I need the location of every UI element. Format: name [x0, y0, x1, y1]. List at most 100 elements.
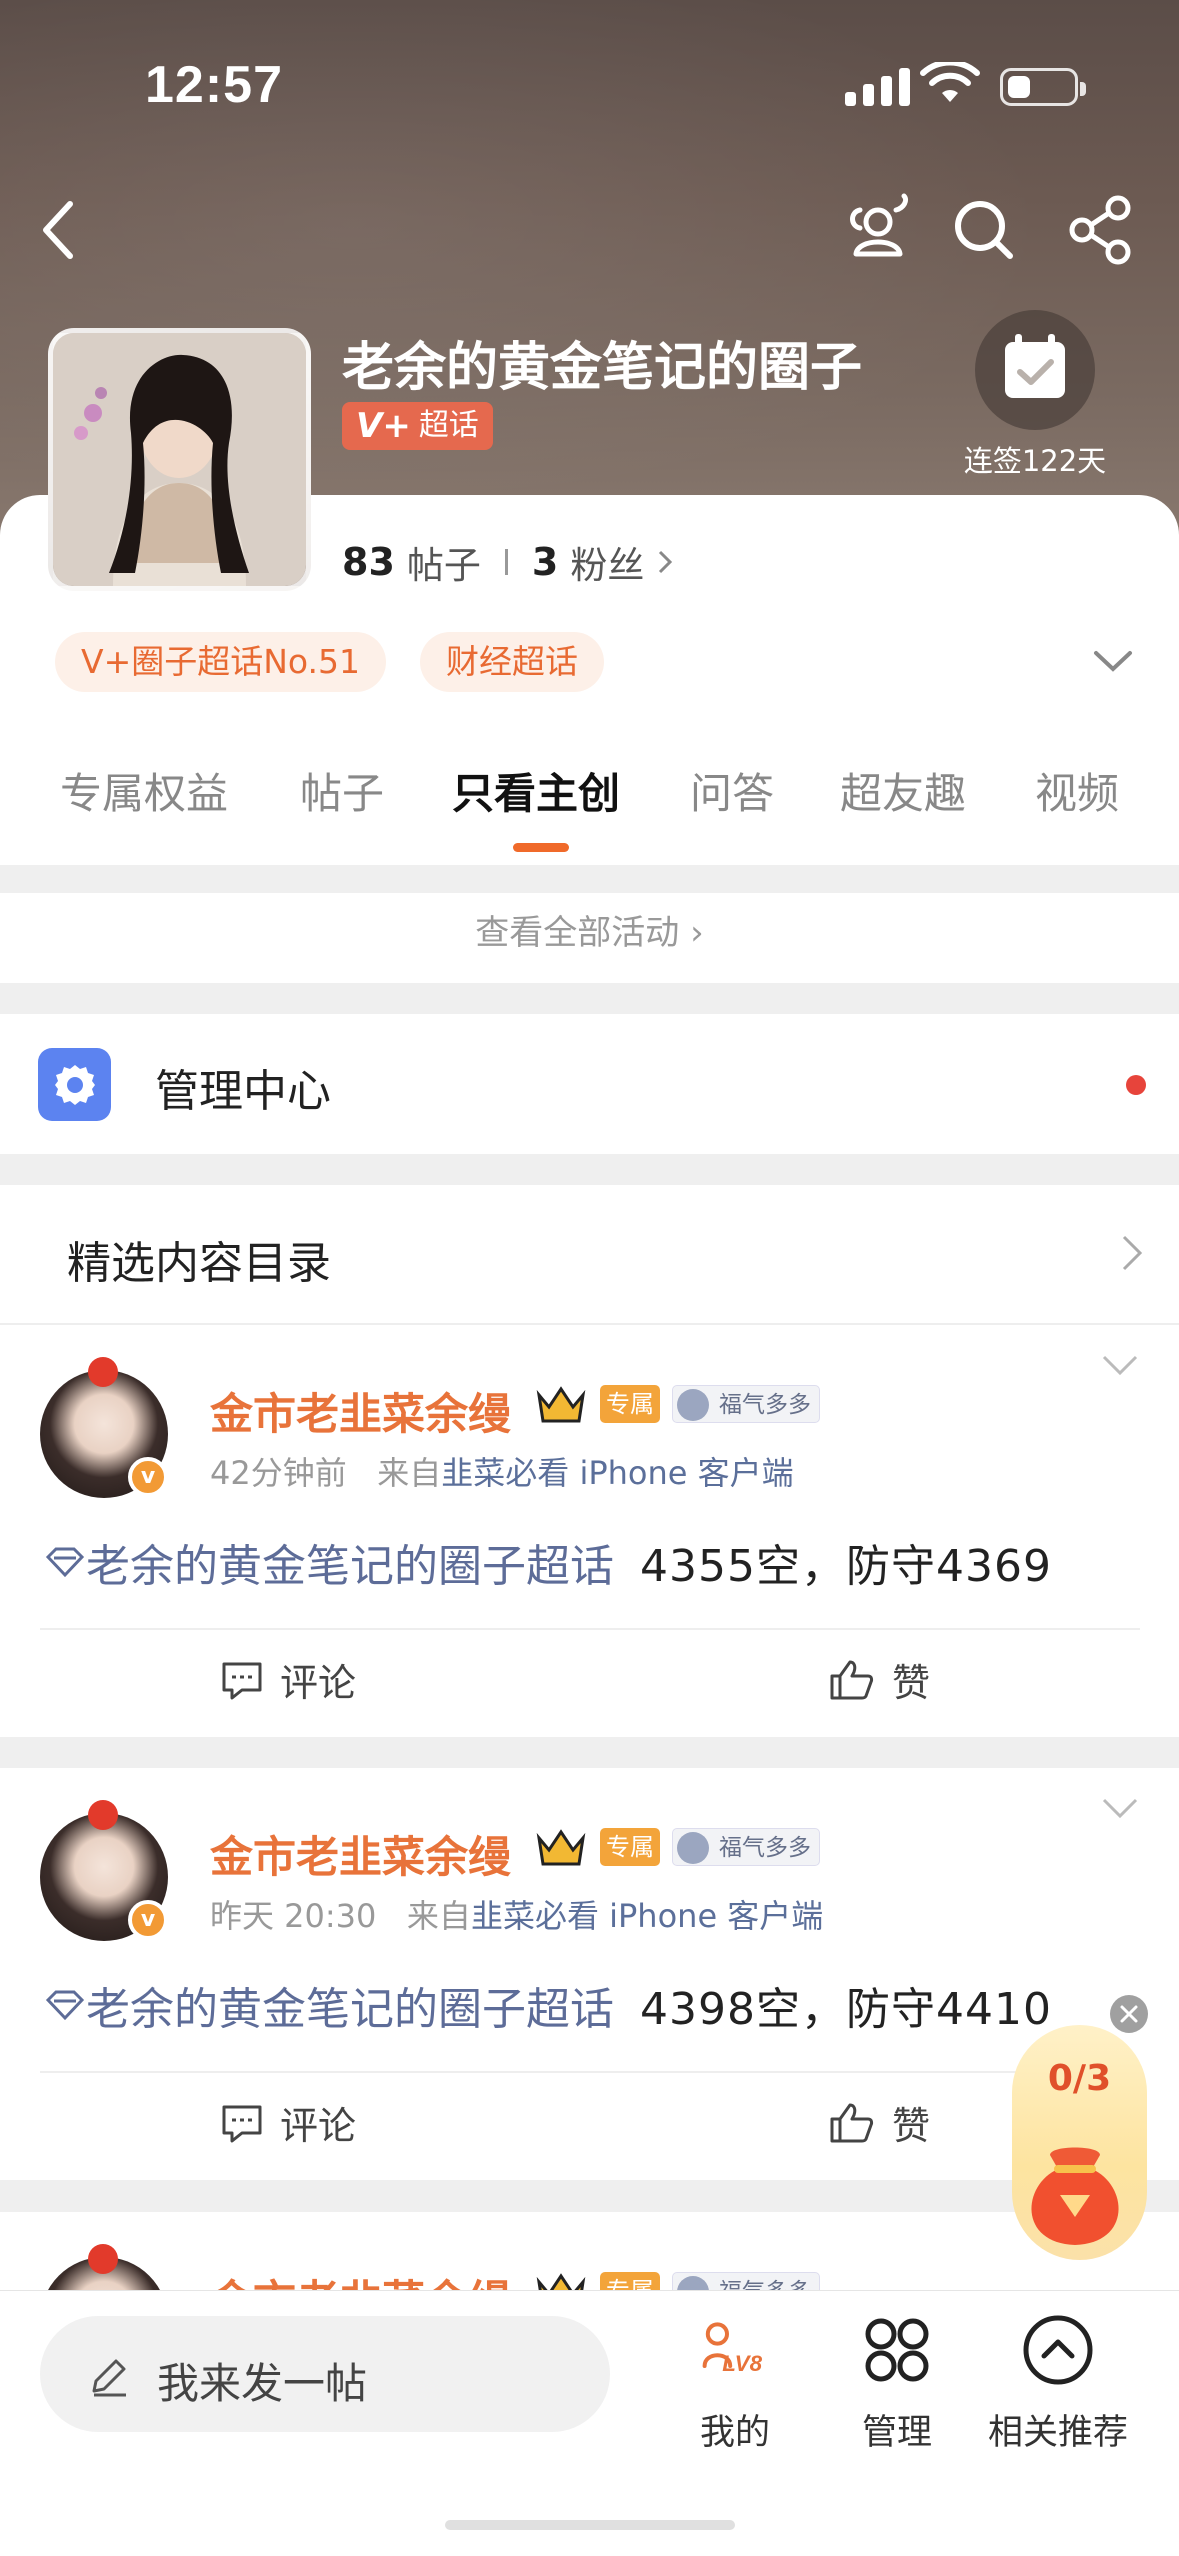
chevron-down-icon[interactable]: [1100, 1796, 1140, 1820]
divider: [40, 1628, 1140, 1630]
fortune-badge: 福气多多: [672, 1828, 820, 1866]
like-button[interactable]: 赞: [828, 1652, 930, 1707]
super-topic-tag: V+ 超话: [342, 402, 493, 450]
management-center-label: 管理中心: [155, 1066, 331, 1117]
topic-link[interactable]: 老余的黄金笔记的圈子超话: [86, 1530, 614, 1594]
back-arrow-icon[interactable]: [20, 190, 100, 270]
chip-finance[interactable]: 财经超话: [420, 632, 604, 692]
post-body[interactable]: 老余的黄金笔记的圈子超话 4355空，防守4369: [44, 1530, 1052, 1594]
circle-avatar[interactable]: [48, 328, 311, 591]
tab-benefits[interactable]: 专属权益: [60, 760, 228, 821]
home-indicator: [445, 2520, 735, 2530]
curated-catalog-label: 精选内容目录: [67, 1238, 331, 1289]
post-time: 42分钟前: [210, 1454, 347, 1492]
apple-decoration-icon: [88, 1800, 118, 1830]
view-all-activities-label: 查看全部活动: [475, 913, 680, 953]
cellular-signal-icon: [845, 68, 910, 106]
chevron-right-icon: ›: [690, 913, 704, 953]
fortune-badge-label: 福气多多: [719, 1835, 811, 1861]
comment-button[interactable]: 评论: [220, 1652, 356, 1707]
tab-bar: 专属权益 帖子 只看主创 问答 超友趣 视频: [0, 760, 1179, 850]
like-label: 赞: [892, 2104, 931, 2148]
comment-icon: [222, 1662, 262, 1699]
chevron-right-icon: [659, 550, 673, 574]
v-plus-icon: V+: [356, 406, 411, 446]
bottom-item-mine[interactable]: LV8 我的: [650, 2310, 820, 2455]
pencil-icon: [92, 2359, 126, 2397]
verified-badge-icon: v: [128, 1457, 168, 1497]
tab-qa[interactable]: 问答: [690, 760, 774, 821]
user-level-icon: LV8: [702, 2322, 763, 2376]
apple-decoration-icon: [88, 2244, 118, 2274]
diamond-topic-icon: [45, 1547, 85, 1578]
bottom-item-manage-label: 管理: [861, 2413, 932, 2453]
divider: [40, 2071, 1140, 2073]
gear-icon: [38, 1048, 111, 1121]
battery-icon: [1000, 68, 1086, 106]
tab-posts[interactable]: 帖子: [300, 760, 384, 821]
source-prefix: 来自: [377, 1454, 442, 1492]
author-name[interactable]: 金市老韭菜余缦: [210, 1380, 511, 1442]
topic-link[interactable]: 老余的黄金笔记的圈子超话: [86, 1973, 614, 2037]
post-body[interactable]: 老余的黄金笔记的圈子超话 4398空，防守4410: [44, 1973, 1052, 2037]
bottom-item-recommend[interactable]: 相关推荐: [973, 2310, 1143, 2455]
comment-button[interactable]: 评论: [220, 2095, 356, 2150]
reward-close-button[interactable]: [1110, 1995, 1148, 2033]
bottom-item-mine-label: 我的: [699, 2413, 770, 2453]
author-name[interactable]: 金市老韭菜余缦: [210, 1823, 511, 1885]
circle-stats[interactable]: 83 帖子 3 粉丝: [342, 535, 676, 589]
crown-icon: [536, 1386, 586, 1423]
source-prefix: 来自: [406, 1897, 471, 1935]
post-meta: 42分钟前 来自韭菜必看 iPhone 客户端: [210, 1448, 794, 1494]
lucky-bag-icon: [1031, 2147, 1119, 2245]
chevron-down-icon[interactable]: [1090, 645, 1136, 675]
view-all-activities-link[interactable]: 查看全部活动 ›: [0, 905, 1179, 954]
tab-friends-fun[interactable]: 超友趣: [840, 760, 966, 821]
fortune-bag-icon: [677, 1832, 709, 1864]
crown-icon: [536, 1829, 586, 1866]
post-source[interactable]: 韭菜必看 iPhone 客户端: [471, 1897, 823, 1935]
checkin-streak-label: 连签122天: [963, 444, 1107, 478]
post-meta: 昨天 20:30 来自韭菜必看 iPhone 客户端: [210, 1891, 823, 1937]
post-card[interactable]: v 金市老韭菜余缦 专属 福气多多 42分钟前 来自韭菜必看 iPhone 客户…: [0, 1325, 1179, 1737]
thumbs-up-icon: [830, 2103, 874, 2142]
comment-label: 评论: [280, 2104, 357, 2148]
bottom-item-recommend-label: 相关推荐: [987, 2413, 1128, 2453]
exclusive-badge: 专属: [600, 1828, 660, 1866]
fortune-badge: 福气多多: [672, 1385, 820, 1423]
super-topic-tag-label: 超话: [418, 408, 479, 443]
checkin-button[interactable]: [975, 310, 1095, 430]
search-icon[interactable]: [944, 190, 1024, 270]
like-button[interactable]: 赞: [828, 2095, 930, 2150]
wifi-icon: [920, 62, 980, 102]
post-text: 4355空，防守4369: [640, 1541, 1052, 1592]
thumbs-up-icon: [830, 1660, 874, 1699]
post-card[interactable]: v 金市老韭菜余缦 专属 福气多多 昨天 20:30 来自韭菜必看 iPhone…: [0, 1768, 1179, 2180]
posts-count: 83: [342, 540, 395, 584]
diamond-topic-icon: [45, 1990, 85, 2021]
reward-count: 0/3: [1047, 2058, 1112, 2099]
apple-decoration-icon: [88, 1357, 118, 1387]
chevron-down-icon[interactable]: [1100, 1353, 1140, 1377]
status-time: 12:57: [145, 56, 283, 114]
stats-separator: [504, 549, 508, 575]
active-tab-indicator: [513, 843, 569, 852]
compose-post-label: 我来发一帖: [157, 2359, 368, 2408]
comment-icon: [222, 2105, 262, 2142]
share-icon[interactable]: [1062, 190, 1142, 270]
grid-icon: [865, 2318, 929, 2382]
post-text: 4398空，防守4410: [640, 1984, 1052, 2035]
level-badge: LV8: [722, 2351, 762, 2376]
chat-group-icon[interactable]: [838, 190, 918, 270]
circle-title: 老余的黄金笔记的圈子: [342, 338, 863, 398]
fortune-bag-icon: [677, 1389, 709, 1421]
chip-rank[interactable]: V+圈子超话No.51: [55, 632, 387, 692]
post-source[interactable]: 韭菜必看 iPhone 客户端: [441, 1454, 793, 1492]
chevron-right-icon: [1122, 1235, 1143, 1271]
fans-count: 3: [531, 540, 559, 584]
comment-label: 评论: [280, 1661, 357, 1705]
tab-creator-only[interactable]: 只看主创: [452, 760, 620, 821]
fans-label: 粉丝: [570, 544, 645, 587]
tab-videos[interactable]: 视频: [1035, 760, 1119, 821]
bottom-item-manage[interactable]: 管理: [812, 2310, 982, 2455]
